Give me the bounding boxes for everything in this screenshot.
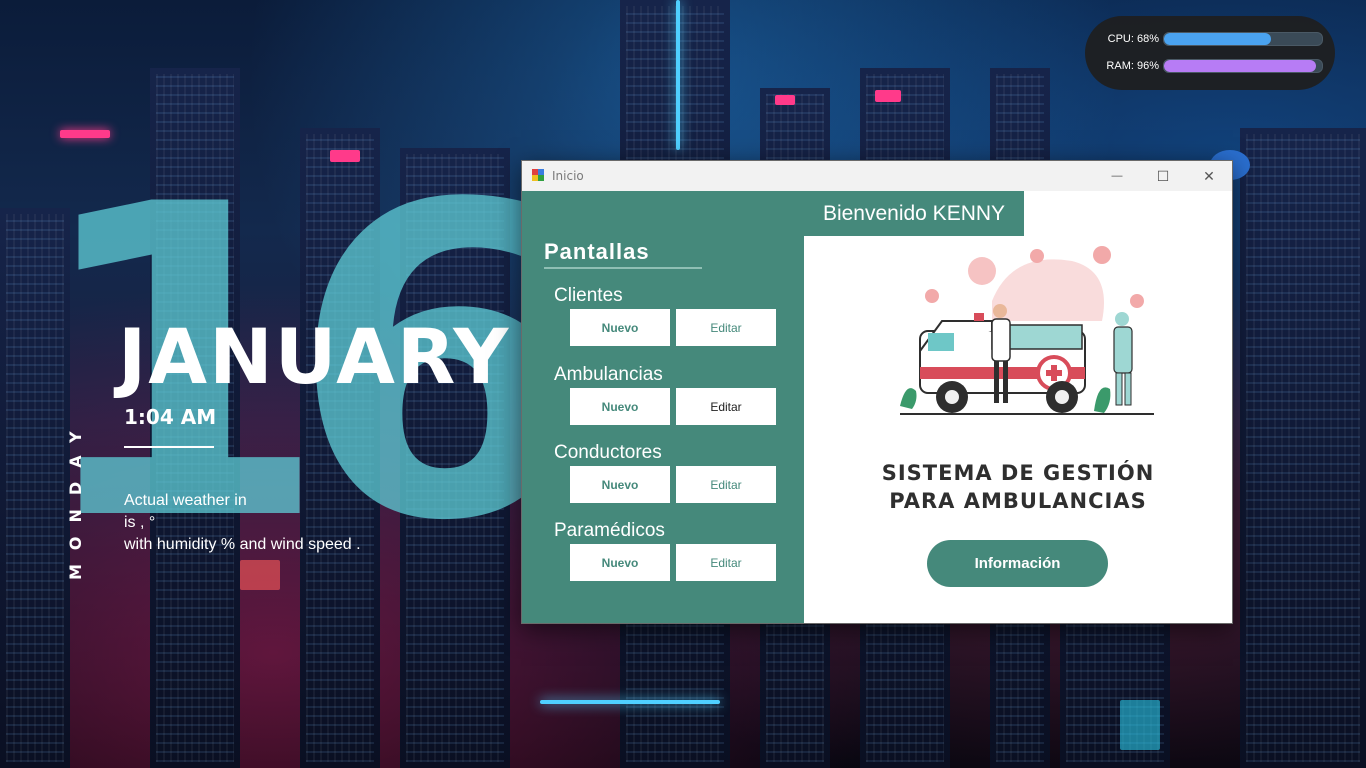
section-label-ambulancias: Ambulancias bbox=[554, 364, 663, 385]
paramedic-figure bbox=[1113, 312, 1133, 406]
plant-right bbox=[1094, 387, 1111, 413]
ambulancias-edit-button[interactable]: Editar bbox=[676, 388, 776, 425]
minimize-button[interactable]: — bbox=[1094, 161, 1140, 191]
app-icon bbox=[532, 169, 544, 181]
welcome-banner: Bienvenido KENNY bbox=[804, 191, 1024, 236]
clientes-new-button[interactable]: Nuevo bbox=[570, 309, 670, 346]
ram-bar-fill bbox=[1164, 60, 1316, 72]
maximize-button[interactable]: ☐ bbox=[1140, 161, 1186, 191]
weather-line-2: is , ° bbox=[124, 514, 156, 531]
weather-line-1: Actual weather in bbox=[124, 492, 247, 509]
section-label-paramedicos: Paramédicos bbox=[554, 520, 665, 541]
ram-row: RAM: 96% bbox=[1101, 58, 1323, 74]
information-button[interactable]: Información bbox=[927, 540, 1108, 587]
system-monitor-widget: CPU: 68% RAM: 96% bbox=[1085, 16, 1335, 90]
cpu-bar bbox=[1163, 32, 1323, 46]
panel-title: Pantallas bbox=[544, 239, 650, 264]
siren-light bbox=[974, 313, 984, 321]
weather-widget: Actual weather in is , ° with humidity %… bbox=[124, 490, 361, 556]
close-icon: ✕ bbox=[1203, 167, 1215, 184]
weather-line-3: with humidity % and wind speed . bbox=[124, 536, 361, 553]
ram-bar bbox=[1163, 59, 1323, 73]
panel-title-underline bbox=[544, 267, 702, 269]
maximize-icon: ☐ bbox=[1156, 167, 1170, 184]
system-headline: SISTEMA DE GESTIÓN PARA AMBULANCIAS bbox=[804, 459, 1232, 515]
close-button[interactable]: ✕ bbox=[1186, 161, 1232, 191]
month-label: JANUARY bbox=[118, 312, 511, 401]
ram-label: RAM: 96% bbox=[1106, 60, 1159, 72]
conductores-new-button[interactable]: Nuevo bbox=[570, 466, 670, 503]
paramedicos-new-button[interactable]: Nuevo bbox=[570, 544, 670, 581]
section-label-conductores: Conductores bbox=[554, 442, 662, 463]
headline-line-1: SISTEMA DE GESTIÓN bbox=[881, 461, 1155, 485]
cpu-label: CPU: 68% bbox=[1107, 33, 1159, 45]
paramedicos-edit-button[interactable]: Editar bbox=[676, 544, 776, 581]
section-label-clientes: Clientes bbox=[554, 285, 623, 306]
clientes-edit-button[interactable]: Editar bbox=[676, 309, 776, 346]
headline-line-2: PARA AMBULANCIAS bbox=[889, 489, 1147, 513]
inicio-window: Inicio — ☐ ✕ Bienvenido KENNY Pantallas … bbox=[521, 160, 1233, 624]
ambulancias-new-button[interactable]: Nuevo bbox=[570, 388, 670, 425]
ambulance-illustration bbox=[900, 246, 1154, 415]
conductores-edit-button[interactable]: Editar bbox=[676, 466, 776, 503]
ground-line bbox=[900, 413, 1154, 415]
blob-shape bbox=[992, 259, 1104, 321]
clock-divider bbox=[124, 446, 214, 448]
clock-time: 1:04 AM bbox=[124, 405, 217, 429]
window-titlebar[interactable]: Inicio — ☐ ✕ bbox=[522, 161, 1232, 191]
weekday-label: MONDAY bbox=[66, 417, 85, 580]
cpu-row: CPU: 68% bbox=[1101, 31, 1323, 47]
plant-left bbox=[900, 388, 917, 409]
cpu-bar-fill bbox=[1164, 33, 1272, 45]
minimize-icon: — bbox=[1111, 170, 1123, 182]
window-title: Inicio bbox=[552, 169, 584, 183]
